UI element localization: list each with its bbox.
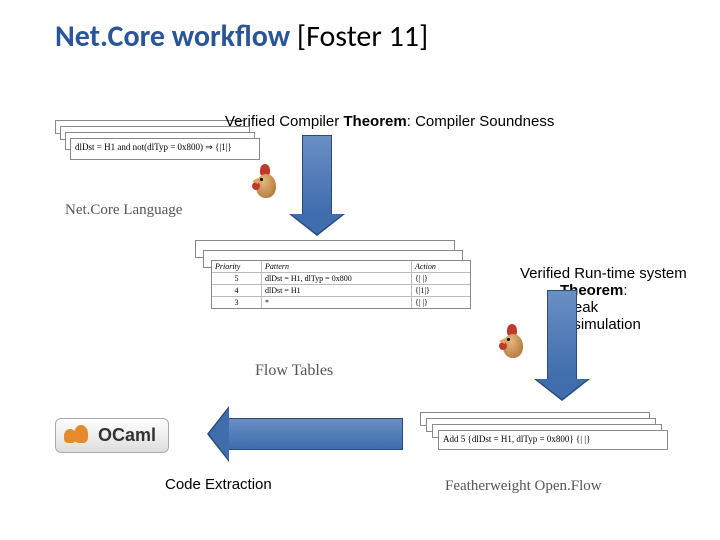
title-part2: [Foster 11] — [290, 18, 428, 55]
flow-table-header: Priority — [212, 261, 262, 272]
flow-table-header: Action — [412, 261, 468, 272]
runtime-line4: Bisimulation — [520, 316, 687, 333]
runtime-line3: Weak — [520, 299, 687, 316]
compiler-theorem-word: Theorem — [343, 113, 406, 130]
flow-table-cell: dlDst = H1, dlTyp = 0x800 — [262, 273, 412, 284]
compiler-suffix: : Compiler Soundness — [407, 113, 555, 130]
compiler-theorem-label: Verified Compiler Theorem: Compiler Soun… — [225, 113, 554, 130]
netcore-language-label: Net.Core Language — [65, 202, 182, 219]
arrow-flowtables-to-openflow — [547, 290, 577, 380]
flow-table-header: Pattern — [262, 261, 412, 272]
flow-table-cell: {| |} — [412, 297, 468, 308]
flow-tables-label: Flow Tables — [255, 362, 333, 380]
openflow-doc-front: Add 5 {dlDst = H1, dlTyp = 0x800} {| |} — [438, 430, 668, 450]
flow-table-cell: dlDst = H1 — [262, 285, 412, 296]
flow-table-cell: * — [262, 297, 412, 308]
runtime-line1: Verified Run-time system — [520, 265, 687, 282]
code-extraction-label: Code Extraction — [165, 476, 272, 493]
flow-table-cell: {| |} — [412, 273, 468, 284]
coq-icon — [250, 162, 286, 202]
flow-table-cell: 4 — [212, 285, 262, 296]
arrow-openflow-to-ocaml — [228, 418, 403, 450]
runtime-theorem-label: Verified Run-time system Theorem: Weak B… — [520, 265, 687, 333]
flow-table-cell: 5 — [212, 273, 262, 284]
netcore-doc-front: dlDst = H1 and not(dlTyp = 0x800) ⇒ {|1|… — [70, 138, 260, 160]
flow-table-cell: 3 — [212, 297, 262, 308]
slide-title: Net.Core workflow [Foster 11] — [55, 18, 428, 55]
ocaml-badge: OCaml — [55, 418, 169, 453]
ocaml-label: OCaml — [98, 425, 156, 445]
title-part1: Net.Core workflow — [55, 18, 290, 55]
runtime-line2-suffix: : — [623, 282, 627, 299]
arrow-netcore-to-flowtables — [302, 135, 332, 215]
flow-table-front: Priority Pattern Action 5 dlDst = H1, dl… — [211, 260, 471, 309]
flow-table-cell: {|1|} — [412, 285, 468, 296]
compiler-prefix: Verified Compiler — [225, 113, 343, 130]
ocaml-icon — [62, 423, 92, 445]
featherweight-label: Featherweight Open.Flow — [445, 478, 602, 495]
coq-icon — [497, 322, 533, 362]
